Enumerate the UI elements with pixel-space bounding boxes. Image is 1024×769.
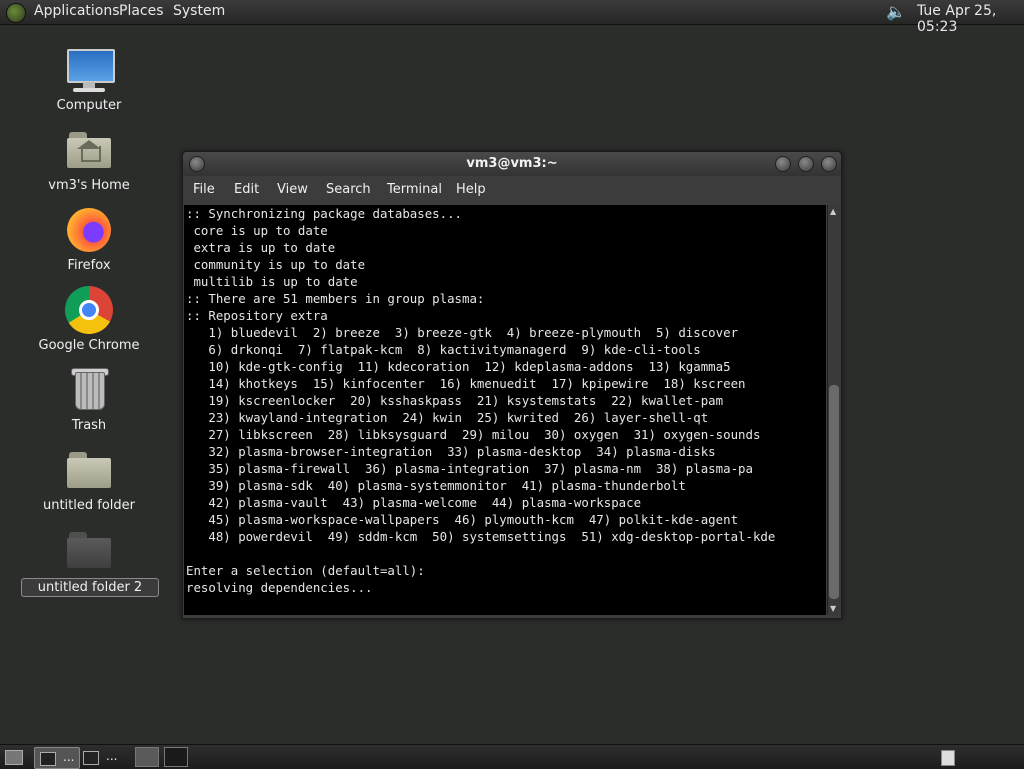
menu-view[interactable]: View bbox=[277, 182, 308, 197]
chrome-icon bbox=[65, 286, 113, 334]
workspace-1[interactable] bbox=[135, 747, 159, 767]
terminal-line: 19) kscreenlocker 20) ksshaskpass 21) ks… bbox=[186, 393, 724, 408]
terminal-line: extra is up to date bbox=[186, 240, 336, 255]
scroll-up-icon[interactable]: ▲ bbox=[830, 207, 836, 216]
distro-logo-icon[interactable] bbox=[6, 3, 26, 23]
vertical-scrollbar[interactable]: ▲ ▼ bbox=[827, 205, 840, 615]
menu-applications[interactable]: Applications bbox=[34, 3, 120, 19]
folder-icon bbox=[65, 446, 113, 494]
trash-icon bbox=[65, 366, 113, 414]
clock[interactable]: Tue Apr 25, 05:23 bbox=[917, 3, 1024, 35]
trash-applet-icon[interactable] bbox=[939, 747, 955, 767]
desktop-icon-label: Google Chrome bbox=[38, 338, 140, 353]
terminal-line: 10) kde-gtk-config 11) kdecoration 12) k… bbox=[186, 359, 731, 374]
desktop-icon-firefox[interactable]: Firefox bbox=[29, 206, 149, 273]
firefox-icon bbox=[65, 206, 113, 254]
desktop-icon-label: Firefox bbox=[67, 258, 111, 273]
taskbar-item-terminal-2[interactable]: ... bbox=[80, 747, 124, 767]
terminal-line: resolving dependencies... bbox=[186, 580, 373, 595]
taskbar-item-terminal-1[interactable]: ... bbox=[34, 747, 80, 769]
folder-icon bbox=[65, 526, 113, 574]
home-folder-icon bbox=[65, 126, 113, 174]
taskbar-item-label: ... bbox=[63, 750, 75, 764]
speaker-icon[interactable]: 🔈 bbox=[886, 2, 906, 22]
terminal-line: 32) plasma-browser-integration 33) plasm… bbox=[186, 444, 716, 459]
terminal-line: 6) drkonqi 7) flatpak-kcm 8) kactivityma… bbox=[186, 342, 701, 357]
window-title: vm3@vm3:~ bbox=[466, 156, 558, 171]
terminal-line: 1) bluedevil 2) breeze 3) breeze-gtk 4) … bbox=[186, 325, 739, 340]
window-menu-icon[interactable] bbox=[189, 156, 205, 172]
terminal-line: community is up to date bbox=[186, 257, 366, 272]
terminal-line: :: Repository extra bbox=[186, 308, 328, 323]
terminal-line: multilib is up to date bbox=[186, 274, 358, 289]
desktop-icon-label: Trash bbox=[71, 418, 107, 433]
desktop-icon-label: vm3's Home bbox=[48, 178, 130, 193]
minimize-icon[interactable] bbox=[775, 156, 791, 172]
desktop-icon-untitled-folder-2[interactable]: untitled folder 2 bbox=[21, 526, 159, 597]
workspace-2[interactable] bbox=[164, 747, 188, 767]
menu-help[interactable]: Help bbox=[456, 182, 486, 197]
desktop-icon-label: untitled folder 2 bbox=[21, 578, 159, 597]
terminal-window[interactable]: vm3@vm3:~ File Edit View Search Terminal… bbox=[182, 151, 842, 619]
terminal-line: :: There are 51 members in group plasma: bbox=[186, 291, 485, 306]
top-panel: Applications Places System 🔈 Tue Apr 25,… bbox=[0, 0, 1024, 35]
terminal-line: 42) plasma-vault 43) plasma-welcome 44) … bbox=[186, 495, 642, 510]
terminal-line: :: Synchronizing package databases... bbox=[186, 206, 463, 221]
terminal-line: 48) powerdevil 49) sddm-kcm 50) systemse… bbox=[186, 529, 776, 544]
terminal-line: 45) plasma-workspace-wallpapers 46) plym… bbox=[186, 512, 739, 527]
maximize-icon[interactable] bbox=[798, 156, 814, 172]
desktop-icon-chrome[interactable]: Google Chrome bbox=[29, 286, 149, 353]
close-icon[interactable] bbox=[821, 156, 837, 172]
terminal-line: 23) kwayland-integration 24) kwin 25) kw… bbox=[186, 410, 709, 425]
menu-search[interactable]: Search bbox=[326, 182, 371, 197]
desktop-icon-home[interactable]: vm3's Home bbox=[29, 126, 149, 193]
terminal-output[interactable]: :: Synchronizing package databases... co… bbox=[184, 205, 826, 615]
scroll-down-icon[interactable]: ▼ bbox=[830, 604, 836, 613]
desktop-icon-trash[interactable]: Trash bbox=[29, 366, 149, 433]
terminal-menubar: File Edit View Search Terminal Help bbox=[183, 176, 841, 204]
desktop-icon-label: untitled folder bbox=[42, 498, 135, 513]
terminal-icon bbox=[83, 751, 99, 765]
taskbar-item-label: ... bbox=[106, 749, 118, 763]
terminal-line: 35) plasma-firewall 36) plasma-integrati… bbox=[186, 461, 753, 476]
desktop-icon-label: Computer bbox=[56, 98, 122, 113]
menu-terminal[interactable]: Terminal bbox=[387, 182, 442, 197]
menu-system[interactable]: System bbox=[173, 3, 225, 19]
terminal-line: 39) plasma-sdk 40) plasma-systemmonitor … bbox=[186, 478, 686, 493]
menu-places[interactable]: Places bbox=[119, 3, 164, 19]
window-titlebar[interactable]: vm3@vm3:~ bbox=[183, 152, 841, 176]
computer-icon bbox=[65, 46, 115, 94]
desktop-icon-computer[interactable]: Computer bbox=[29, 46, 149, 113]
terminal-line: 27) libkscreen 28) libksysguard 29) milo… bbox=[186, 427, 761, 442]
terminal-line: Enter a selection (default=all): bbox=[186, 563, 425, 578]
terminal-line: 14) khotkeys 15) kinfocenter 16) kmenued… bbox=[186, 376, 746, 391]
menu-file[interactable]: File bbox=[193, 182, 215, 197]
bottom-panel: ... ... bbox=[0, 744, 1024, 769]
scrollbar-thumb[interactable] bbox=[829, 385, 839, 599]
menu-edit[interactable]: Edit bbox=[234, 182, 259, 197]
terminal-line: core is up to date bbox=[186, 223, 328, 238]
show-desktop-icon[interactable] bbox=[3, 747, 23, 767]
terminal-icon bbox=[40, 752, 56, 766]
desktop-icon-untitled-folder[interactable]: untitled folder bbox=[29, 446, 149, 513]
